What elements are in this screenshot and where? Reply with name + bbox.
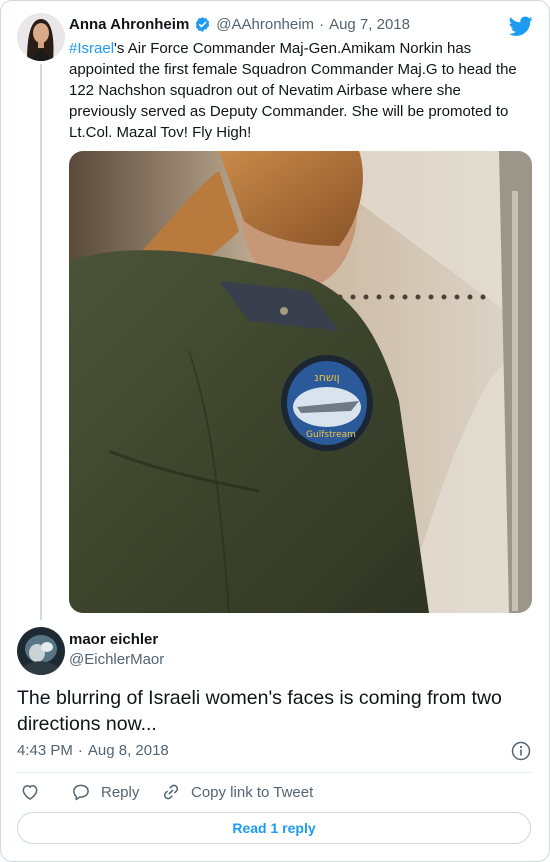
link-icon (161, 782, 181, 802)
verified-badge-icon (194, 16, 211, 33)
patch-bottom-text: Gulfstream (306, 430, 356, 440)
like-button[interactable] (20, 782, 40, 802)
copy-link-button[interactable]: Copy link to Tweet (161, 782, 313, 802)
tweet-text: The blurring of Israeli women's faces is… (17, 687, 502, 735)
tweet-date[interactable]: Aug 7, 2018 (329, 16, 410, 33)
author-handle[interactable]: @AAhronheim (216, 16, 314, 33)
dot-separator: · (319, 16, 325, 33)
tweet-time[interactable]: 4:43 PM (17, 742, 73, 759)
avatar-anna-ahronheim[interactable] (17, 13, 65, 61)
twitter-bird-icon[interactable] (508, 14, 533, 38)
tweet-timestamp[interactable]: 4:43 PM · Aug 8, 2018 (17, 742, 169, 759)
main-author-name[interactable]: maor eichler (69, 631, 158, 648)
quoted-tweet-text: #Israel's Air Force Commander Maj-Gen.Am… (69, 38, 529, 143)
tweet-date[interactable]: Aug 8, 2018 (88, 742, 169, 759)
avatar-maor-eichler[interactable] (17, 627, 65, 675)
tweet-photo[interactable]: ןושחנ Gulfstream (69, 151, 532, 613)
read-replies-button[interactable]: Read 1 reply (17, 812, 531, 844)
quoted-tweet-header: Anna Ahronheim @AAhronheim · Aug 7, 2018 (69, 16, 410, 33)
hashtag-link[interactable]: #Israel (69, 40, 114, 57)
copy-link-label: Copy link to Tweet (191, 783, 314, 801)
divider (17, 772, 532, 773)
heart-icon (20, 782, 40, 802)
author-name[interactable]: Anna Ahronheim (69, 16, 189, 33)
main-author-handle[interactable]: @EichlerMaor (69, 651, 164, 668)
reply-button[interactable]: Reply (71, 782, 139, 802)
thread-connector-line (40, 64, 42, 620)
dot-separator: · (77, 742, 83, 759)
reply-label: Reply (101, 783, 140, 801)
reply-icon (71, 782, 91, 802)
quoted-tweet-body: 's Air Force Commander Maj-Gen.Amikam No… (69, 40, 517, 141)
read-replies-label: Read 1 reply (232, 820, 316, 836)
patch-top-text: ןושחנ (314, 371, 339, 384)
info-icon[interactable] (511, 741, 531, 761)
